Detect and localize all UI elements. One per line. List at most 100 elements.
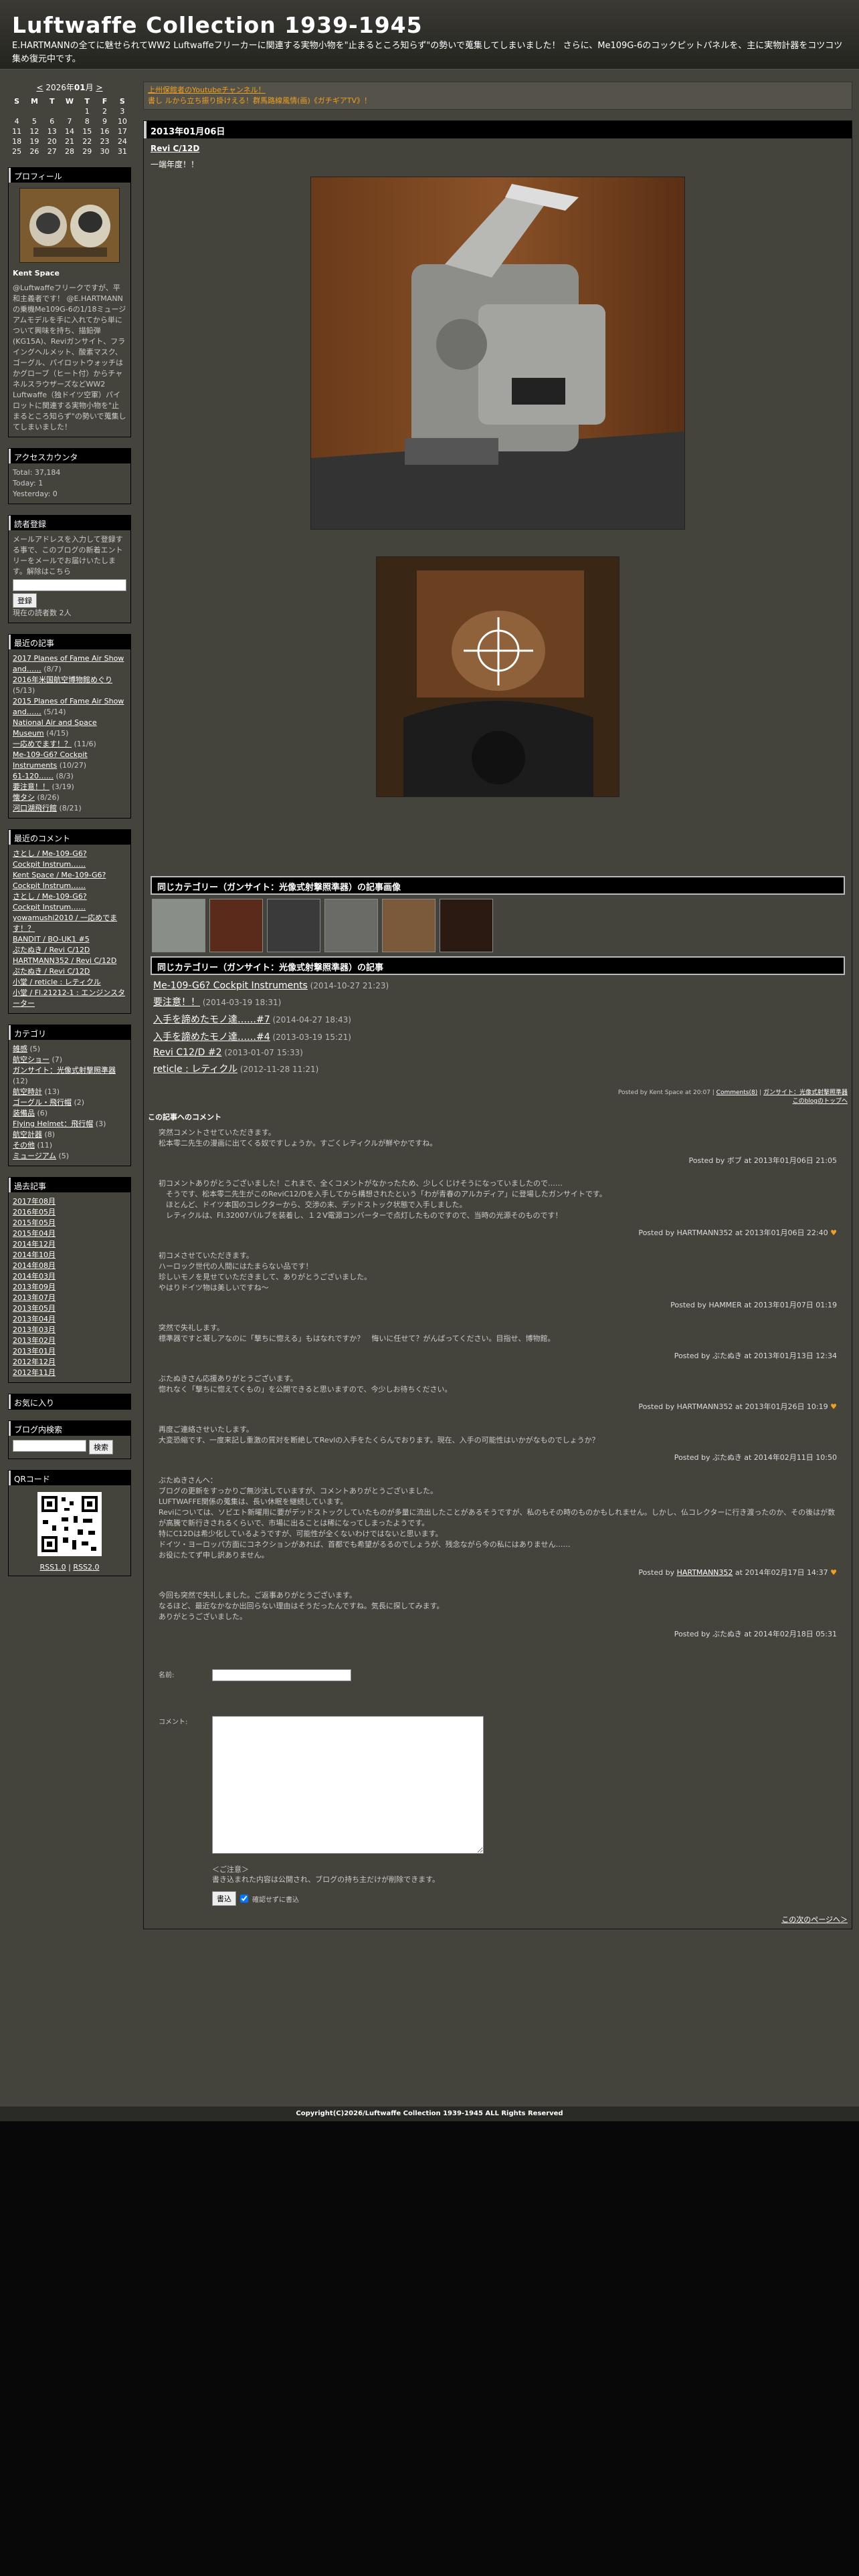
archive-link[interactable]: 2015年04月	[13, 1229, 56, 1238]
calendar-day[interactable]: 21	[61, 136, 78, 146]
calendar-day[interactable]: 17	[114, 126, 131, 136]
archive-link[interactable]: 2014年08月	[13, 1261, 56, 1270]
category-link[interactable]: Flying Helmet：飛行帽	[13, 1119, 93, 1128]
related-article-link[interactable]: 要注意！！	[153, 997, 200, 1008]
related-thumb-2[interactable]	[209, 899, 263, 952]
archive-link[interactable]: 2013年05月	[13, 1304, 56, 1313]
subscribe-button[interactable]: 登録	[13, 593, 37, 608]
recent-comment-link[interactable]: HARTMANN352 / Revi C/12D	[13, 956, 116, 965]
calendar-day[interactable]: 6	[43, 116, 61, 126]
comment-submit-button[interactable]: 書込	[212, 1891, 236, 1906]
archive-link[interactable]: 2017年08月	[13, 1197, 56, 1206]
recent-comment-link[interactable]: Kent Space / Me-109-G6?	[13, 871, 106, 879]
entry-title[interactable]: Revi C/12D	[151, 144, 199, 153]
blog-search-button[interactable]: 検索	[89, 1440, 113, 1455]
category-link[interactable]: 航空時計	[13, 1087, 42, 1096]
related-thumb-6[interactable]	[440, 899, 493, 952]
category-link[interactable]: 航空ショー	[13, 1055, 50, 1064]
calendar-day[interactable]: 4	[8, 116, 25, 126]
archive-link[interactable]: 2015年05月	[13, 1218, 56, 1227]
recent-comment-link[interactable]: 小堂 / Fl.21212-1 : エンジンスターター	[13, 988, 125, 1008]
archive-link[interactable]: 2016年05月	[13, 1208, 56, 1216]
calendar-day[interactable]: 22	[78, 136, 96, 146]
calendar-day[interactable]: 31	[114, 146, 131, 156]
calendar-day[interactable]: 9	[96, 116, 113, 126]
archive-link[interactable]: 2013年02月	[13, 1336, 56, 1345]
calendar-day[interactable]: 20	[43, 136, 61, 146]
archive-link[interactable]: 2013年09月	[13, 1283, 56, 1291]
next-page-link[interactable]: この次のページへ＞	[781, 1915, 848, 1924]
related-article-link[interactable]: reticle : レティクル	[153, 1064, 237, 1075]
notice-link[interactable]: 上州保館者のYoutubeチャンネル！	[148, 86, 266, 94]
archive-link[interactable]: 2014年12月	[13, 1240, 56, 1249]
recent-article-link[interactable]: 河口湖飛行館	[13, 804, 57, 813]
category-link[interactable]: 航空計器	[13, 1130, 42, 1139]
profile-image[interactable]	[19, 188, 120, 263]
calendar-day[interactable]: 5	[25, 116, 43, 126]
calendar-day[interactable]: 10	[114, 116, 131, 126]
calendar-next-link[interactable]: >	[96, 83, 102, 92]
calendar-day[interactable]: 12	[25, 126, 43, 136]
recent-article-link[interactable]: 2015 Planes of Fame Air Show and……	[13, 697, 124, 716]
archive-link[interactable]: 2014年10月	[13, 1251, 56, 1259]
calendar-day[interactable]: 28	[61, 146, 78, 156]
related-article-link[interactable]: Revi C12/D #2	[153, 1047, 222, 1058]
calendar-day[interactable]: 23	[96, 136, 113, 146]
recent-article-link[interactable]: 2017 Planes of Fame Air Show and……	[13, 654, 124, 673]
calendar-day[interactable]: 8	[78, 116, 96, 126]
category-link[interactable]: 雑感	[13, 1045, 27, 1053]
related-thumb-5[interactable]	[382, 899, 436, 952]
calendar-day[interactable]: 18	[8, 136, 25, 146]
recent-comment-link[interactable]: 小堂 / reticle : レティクル	[13, 978, 101, 986]
calendar-day[interactable]: 26	[25, 146, 43, 156]
calendar-day[interactable]: 25	[8, 146, 25, 156]
comment-name-input[interactable]	[212, 1669, 351, 1681]
recent-comment-link[interactable]: さとし / Me-109-G6?	[13, 849, 87, 858]
recent-comment-link[interactable]: yowamushi2010 / 一応めでます！？	[13, 914, 117, 933]
archive-link[interactable]: 2013年03月	[13, 1325, 56, 1334]
archive-link[interactable]: 2012年11月	[13, 1368, 56, 1377]
related-thumb-4[interactable]	[324, 899, 378, 952]
recent-article-link[interactable]: 一応めでます！？	[13, 740, 72, 748]
entry-photo-reticle[interactable]	[376, 556, 619, 797]
calendar-day[interactable]: 11	[8, 126, 25, 136]
recent-comment-link[interactable]: ぷたぬき / Revi C/12D	[13, 946, 90, 954]
calendar-day[interactable]: 24	[114, 136, 131, 146]
related-article-link[interactable]: 入手を諦めたモノ達……#4	[153, 1032, 270, 1043]
rss2-link[interactable]: RSS2.0	[73, 1563, 99, 1572]
comments-count-link[interactable]: Comments(8)	[717, 1089, 758, 1096]
calendar-day[interactable]: 15	[78, 126, 96, 136]
site-title[interactable]: Luftwaffe Collection 1939-1945	[12, 12, 423, 38]
recent-comment-link[interactable]: ぷたぬき / Revi C/12D	[13, 967, 90, 976]
calendar-prev-link[interactable]: <	[36, 83, 43, 92]
related-thumb-3[interactable]	[267, 899, 320, 952]
calendar-day[interactable]: 19	[25, 136, 43, 146]
rss1-link[interactable]: RSS1.0	[40, 1563, 66, 1572]
category-link[interactable]: ゴーグル・飛行帽	[13, 1098, 72, 1107]
recent-article-link[interactable]: 61-120……	[13, 772, 54, 780]
calendar-day[interactable]: 30	[96, 146, 113, 156]
archive-link[interactable]: 2013年04月	[13, 1315, 56, 1323]
calendar-day[interactable]: 16	[96, 126, 113, 136]
category-link[interactable]: ガンサイト：光像式射撃照準器	[13, 1066, 116, 1075]
recent-article-link[interactable]: 要注意！！	[13, 782, 50, 791]
archive-link[interactable]: 2013年01月	[13, 1347, 56, 1356]
recent-comment-link[interactable]: Cockpit Instrum……	[13, 881, 86, 890]
entry-photo-gunsight[interactable]	[310, 177, 685, 530]
recent-comment-link[interactable]: Cockpit Instrum……	[13, 903, 86, 911]
calendar-day[interactable]: 3	[114, 106, 131, 116]
calendar-day[interactable]: 2	[96, 106, 113, 116]
related-article-link[interactable]: 入手を諦めたモノ達……#7	[153, 1014, 270, 1025]
blog-search-input[interactable]	[13, 1440, 86, 1452]
archive-link[interactable]: 2012年12月	[13, 1358, 56, 1366]
calendar-day[interactable]: 29	[78, 146, 96, 156]
recent-article-link[interactable]: 懐タシ	[13, 793, 35, 802]
related-article-link[interactable]: Me-109-G6? Cockpit Instruments	[153, 980, 308, 991]
recent-comment-link[interactable]: さとし / Me-109-G6?	[13, 892, 87, 901]
category-link[interactable]: その他	[13, 1141, 35, 1150]
subscribe-email-input[interactable]	[13, 579, 126, 591]
recent-comment-link[interactable]: BANDIT / BO-UK1 #5	[13, 935, 90, 944]
category-link[interactable]: 装備品	[13, 1109, 35, 1117]
recent-article-link[interactable]: 2016年米国航空博物館めぐり	[13, 675, 112, 684]
comment-body-textarea[interactable]	[212, 1716, 484, 1854]
